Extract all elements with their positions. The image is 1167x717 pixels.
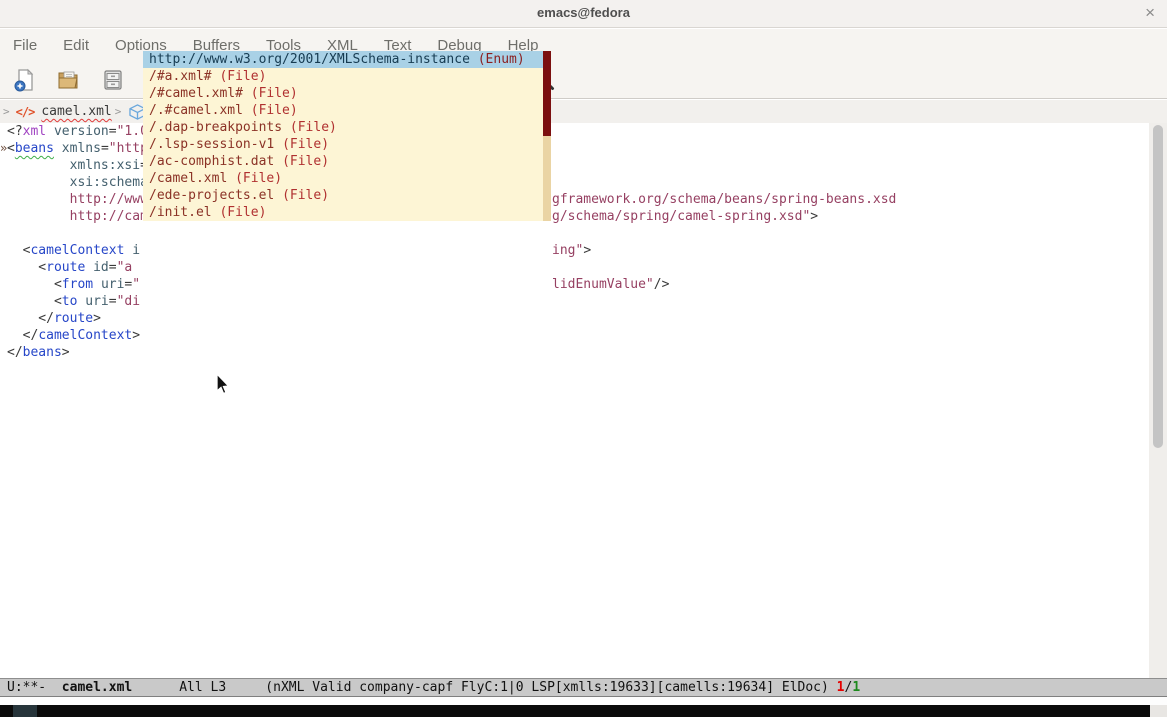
editor-scrollbar[interactable] [1149, 123, 1167, 678]
title-bar: emacs@fedora × [0, 0, 1167, 28]
popup-scrollbar[interactable] [543, 51, 551, 221]
code-line: <route id="a [0, 259, 1149, 276]
completion-item[interactable]: /#camel.xml# (File) [143, 85, 543, 102]
bottom-corner [1150, 705, 1167, 717]
code-line: </camelContext> [0, 327, 1149, 344]
new-file-icon[interactable] [13, 68, 37, 92]
completion-item[interactable]: /ede-projects.el (File) [143, 187, 543, 204]
code-line: </beans> [0, 344, 1149, 361]
bottom-panel [0, 705, 1150, 717]
modeline-prefix: U:**- [7, 680, 62, 695]
modeline-buffer-name: camel.xml [62, 680, 132, 695]
completion-item[interactable]: /.dap-breakpoints (File) [143, 119, 543, 136]
dired-icon[interactable] [101, 68, 125, 92]
bottom-panel-accent [13, 705, 37, 717]
xml-file-icon: </> [16, 105, 35, 119]
completion-item[interactable]: /.lsp-session-v1 (File) [143, 136, 543, 153]
completion-item[interactable]: /#a.xml# (File) [143, 68, 543, 85]
code-line [0, 225, 1149, 242]
breadcrumb-separator-chevron: > [115, 105, 122, 118]
code-line: <camelContext iing"> [0, 242, 1149, 259]
editor-scrollbar-thumb[interactable] [1153, 125, 1163, 448]
menu-item-edit[interactable]: Edit [50, 31, 102, 60]
echo-area[interactable] [0, 697, 1167, 705]
close-icon[interactable]: × [1145, 3, 1155, 23]
completion-popup: http://www.w3.org/2001/XMLSchema-instanc… [143, 51, 551, 221]
completion-item[interactable]: /.#camel.xml (File) [143, 102, 543, 119]
completion-item[interactable]: /ac-comphist.dat (File) [143, 153, 543, 170]
modeline-pos-total: 1 [852, 680, 860, 695]
emacs-frame: emacs@fedora × FileEditOptionsBuffersToo… [0, 0, 1167, 717]
window-title: emacs@fedora [0, 5, 1167, 20]
breadcrumb-file[interactable]: camel.xml [41, 104, 111, 119]
breadcrumb-leading-chevron: > [3, 105, 10, 118]
mouse-cursor [213, 372, 231, 396]
completion-item[interactable]: /init.el (File) [143, 204, 543, 221]
code-line: </route> [0, 310, 1149, 327]
modeline-info: All L3 (nXML Valid company-capf FlyC:1|0… [132, 680, 836, 695]
mode-line: U:**- camel.xml All L3 (nXML Valid compa… [0, 678, 1167, 697]
open-folder-icon[interactable] [57, 68, 81, 92]
menu-item-file[interactable]: File [0, 31, 50, 60]
completion-item-selected[interactable]: http://www.w3.org/2001/XMLSchema-instanc… [143, 51, 543, 68]
code-line: <to uri="di [0, 293, 1149, 310]
code-line: <from uri="lidEnumValue"/> [0, 276, 1149, 293]
popup-scrollbar-thumb[interactable] [543, 51, 551, 136]
completion-item[interactable]: /camel.xml (File) [143, 170, 543, 187]
